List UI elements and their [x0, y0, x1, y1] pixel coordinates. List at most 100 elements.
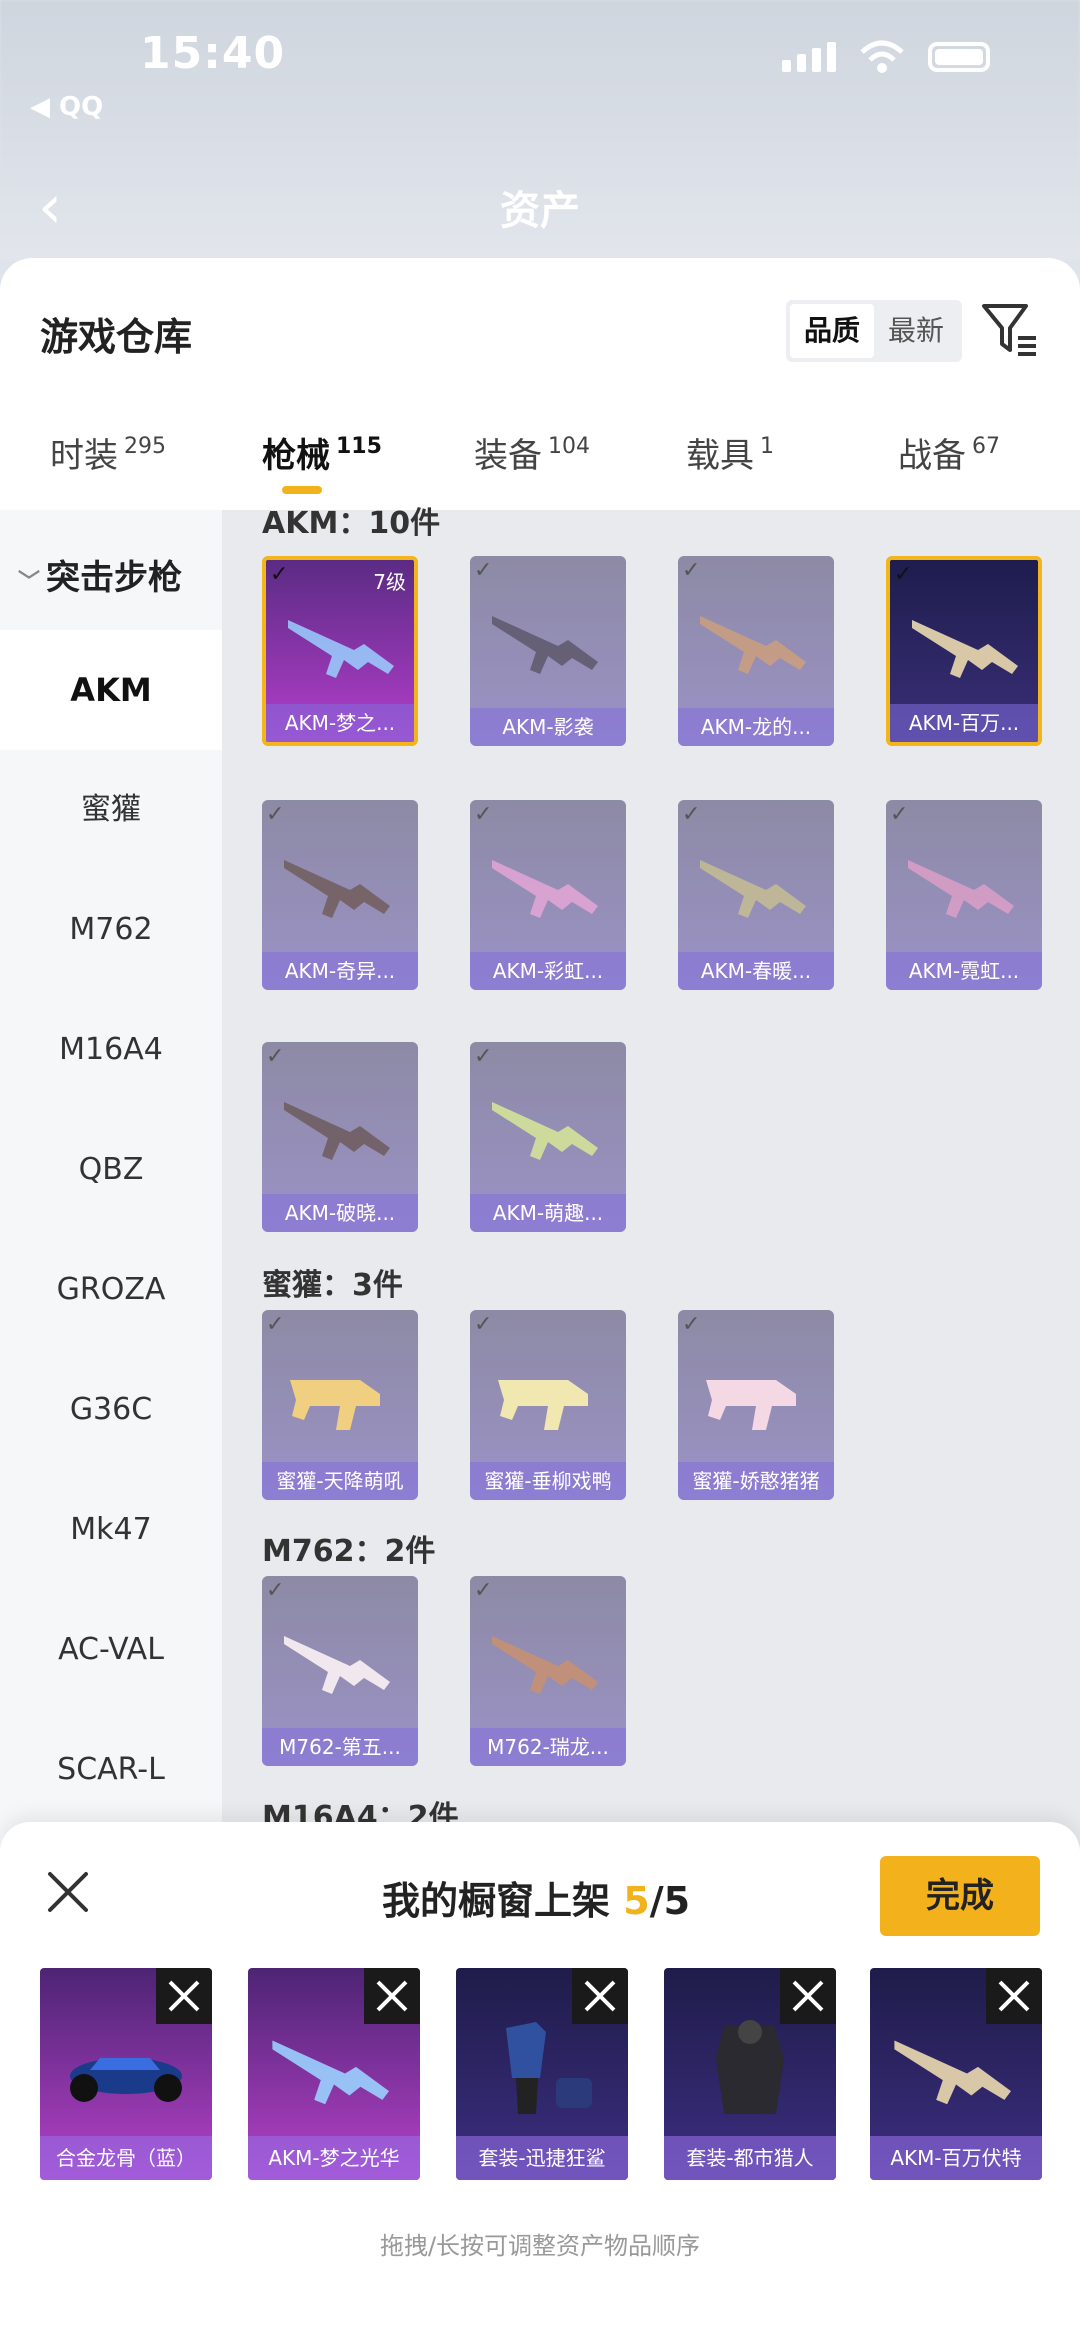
item-card[interactable]: ✓ AKM-龙的...	[678, 556, 834, 746]
check-icon: ✓	[474, 558, 493, 583]
app-root: 15:40 ◀ QQ ‹ 资产 游戏仓库 品质 最新 时装 295 枪械 115 装…	[0, 0, 1080, 2341]
rifle-icon	[908, 860, 1014, 918]
check-icon: ✓	[266, 1312, 285, 1337]
tab-vehicles[interactable]: 载具 1	[686, 428, 774, 477]
check-icon: ✓	[894, 562, 913, 587]
item-card[interactable]: ✓ M762-瑞龙...	[470, 1576, 626, 1766]
sort-newest-button[interactable]: 最新	[874, 304, 958, 358]
check-icon: ✓	[682, 802, 701, 827]
item-card[interactable]: ✓ M762-第五...	[262, 1576, 418, 1766]
item-card[interactable]: ✓ 7级 AKM-梦之...	[262, 556, 418, 746]
showcase-slot[interactable]: 套装-迅捷狂鲨	[456, 1968, 628, 2180]
active-tab-indicator	[282, 486, 322, 494]
sidebar-group-assault-rifle[interactable]: ﹀ 突击步枪	[18, 550, 182, 599]
item-card[interactable]: ✓ AKM-奇异...	[262, 800, 418, 990]
reorder-hint: 拖拽/长按可调整资产物品顺序	[379, 2232, 701, 2260]
item-card[interactable]: ✓ AKM-萌趣...	[470, 1042, 626, 1232]
rifle-icon	[912, 620, 1018, 678]
rifle-icon	[894, 2040, 1011, 2105]
item-card[interactable]: ✓ AKM-破晓...	[262, 1042, 418, 1232]
sidebar-item-groza[interactable]: GROZA	[0, 1230, 222, 1350]
sort-quality-button[interactable]: 品质	[790, 304, 875, 358]
section-label-m762: M762：2件	[262, 1534, 436, 1569]
rifle-icon	[284, 860, 390, 918]
status-icons	[782, 40, 990, 74]
sidebar-item-mk47[interactable]: Mk47	[0, 1470, 222, 1590]
showcase-panel: 我的橱窗上架 5/5 完成 合金龙骨（蓝） AKM-梦之光华 套装-迅捷狂鲨 套…	[0, 1822, 1080, 2341]
rifle-icon	[492, 860, 598, 918]
rifle-icon	[272, 2040, 389, 2105]
sort-toggle: 品质 最新	[786, 300, 963, 362]
category-tabs: 时装 295 枪械 115 装备 104 载具 1 战备 67	[0, 418, 1080, 518]
tab-fashion[interactable]: 时装 295	[50, 428, 166, 477]
rifle-icon	[700, 860, 806, 918]
tab-firearms[interactable]: 枪械 115	[262, 428, 382, 477]
level-badge: 7级	[373, 570, 406, 594]
section-label-honey-badger: 蜜獾：3件	[262, 1268, 403, 1303]
sidebar-item-ac-val[interactable]: AC-VAL	[0, 1590, 222, 1710]
item-card[interactable]: ✓ AKM-百万...	[886, 556, 1042, 746]
chevron-down-icon: ﹀	[18, 570, 41, 595]
sidebar-item-honey-badger[interactable]: 蜜獾	[0, 750, 222, 870]
tab-supplies[interactable]: 战备 67	[898, 428, 1000, 477]
remove-slot-button[interactable]	[364, 1968, 420, 2024]
item-card[interactable]: ✓ AKM-影袭	[470, 556, 626, 746]
item-card[interactable]: ✓ 蜜獾-娇憨猪猪	[678, 1310, 834, 1500]
showcase-slot[interactable]: AKM-梦之光华	[248, 1968, 420, 2180]
sidebar-item-m762[interactable]: M762	[0, 870, 222, 990]
filter-icon[interactable]	[980, 300, 1040, 360]
item-card[interactable]: ✓ AKM-霓虹...	[886, 800, 1042, 990]
remove-slot-button[interactable]	[572, 1968, 628, 2024]
check-icon: ✓	[474, 802, 493, 827]
tab-equipment[interactable]: 装备 104	[474, 428, 590, 477]
sidebar-item-m16a4[interactable]: M16A4	[0, 990, 222, 1110]
nav-title: 资产	[500, 188, 580, 234]
showcase-slot[interactable]: AKM-百万伏特	[870, 1968, 1042, 2180]
remove-slot-button[interactable]	[780, 1968, 836, 2024]
remove-slot-button[interactable]	[156, 1968, 212, 2024]
check-icon: ✓	[266, 1044, 285, 1069]
rifle-icon	[284, 1102, 390, 1160]
battery-icon	[928, 42, 990, 72]
outfit-icon	[716, 2020, 784, 2114]
cellular-signal-icon	[782, 42, 836, 72]
sidebar-item-scar-l[interactable]: SCAR-L	[0, 1710, 222, 1830]
outfit-icon	[506, 2022, 592, 2114]
item-card[interactable]: ✓ AKM-春暖...	[678, 800, 834, 990]
wifi-icon	[860, 40, 904, 73]
sidebar-item-qbz[interactable]: QBZ	[0, 1110, 222, 1230]
item-card[interactable]: ✓ 蜜獾-垂柳戏鸭	[470, 1310, 626, 1500]
sidebar-item-akm[interactable]: AKM	[0, 630, 222, 750]
status-time: 15:40	[140, 28, 286, 79]
rifle-icon	[288, 620, 394, 678]
item-card[interactable]: ✓ 蜜獾-天降萌吼	[262, 1310, 418, 1500]
showcase-title: 我的橱窗上架 5/5	[382, 1879, 691, 1923]
check-icon: ✓	[474, 1578, 493, 1603]
sidebar-item-g36c[interactable]: G36C	[0, 1350, 222, 1470]
smg-icon	[498, 1380, 588, 1430]
nav-back-icon[interactable]: ‹	[38, 172, 62, 242]
rifle-icon	[700, 616, 806, 674]
done-button[interactable]: 完成	[880, 1856, 1040, 1936]
rifle-icon	[492, 1636, 598, 1694]
check-icon: ✓	[474, 1044, 493, 1069]
section-label-akm: AKM：10件	[262, 506, 441, 541]
close-icon[interactable]	[46, 1870, 90, 1914]
check-icon: ✓	[682, 1312, 701, 1337]
smg-icon	[290, 1380, 380, 1430]
back-to-app-link[interactable]: ◀ QQ	[30, 92, 103, 122]
rifle-icon	[284, 1636, 390, 1694]
remove-slot-button[interactable]	[986, 1968, 1042, 2024]
smg-icon	[706, 1380, 796, 1430]
rifle-icon	[492, 616, 598, 674]
vehicle-icon	[70, 2058, 182, 2102]
check-icon: ✓	[266, 802, 285, 827]
rifle-icon	[492, 1102, 598, 1160]
showcase-slot[interactable]: 套装-都市猎人	[664, 1968, 836, 2180]
check-icon: ✓	[270, 562, 289, 587]
item-card[interactable]: ✓ AKM-彩虹...	[470, 800, 626, 990]
check-icon: ✓	[890, 802, 909, 827]
showcase-slot[interactable]: 合金龙骨（蓝）	[40, 1968, 212, 2180]
check-icon: ✓	[266, 1578, 285, 1603]
check-icon: ✓	[474, 1312, 493, 1337]
